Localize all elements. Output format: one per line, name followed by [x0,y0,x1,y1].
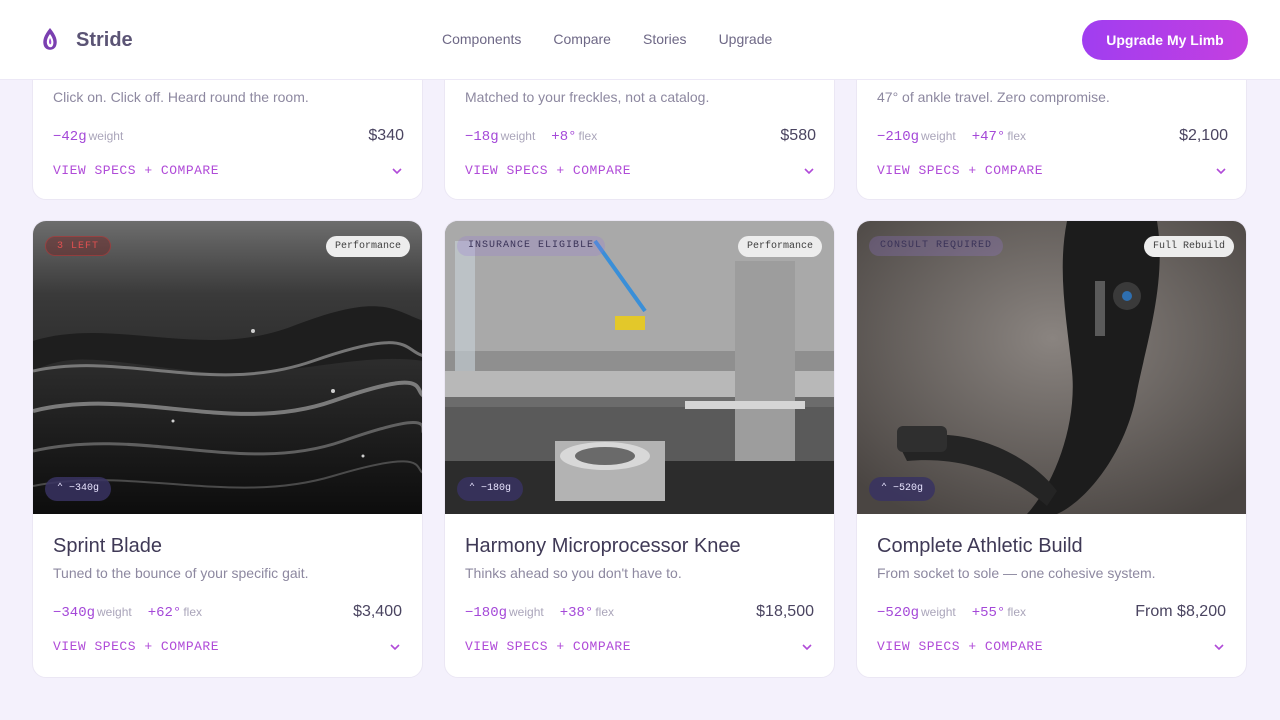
category-badge: Performance [737,236,822,257]
chevron-down-icon [390,643,400,650]
view-specs-label: VIEW SPECS + COMPARE [465,163,632,178]
prosthetic-leg-image [857,221,1246,514]
card-title: Harmony Microprocessor Knee [465,535,741,557]
product-card-harmony-knee[interactable]: INSURANCE ELIGIBLE Performance ⌃ −180g H… [444,220,835,678]
weight-value: −520g [877,605,920,621]
view-specs-label: VIEW SPECS + COMPARE [877,163,1044,178]
view-specs-toggle[interactable]: VIEW SPECS + COMPARE [465,639,814,654]
machinery-image [445,221,834,514]
product-card-athletic-build[interactable]: CONSULT REQUIRED Full Rebuild ⌃ −520g Co… [856,220,1247,678]
brand[interactable]: Stride [40,27,133,53]
flex-value: +47° [971,129,1006,145]
view-specs-toggle[interactable]: VIEW SPECS + COMPARE [53,163,404,178]
view-specs-label: VIEW SPECS + COMPARE [53,163,220,178]
view-specs-toggle[interactable]: VIEW SPECS + COMPARE [877,639,1226,654]
card-stats: −340g weight +62° flex $3,400 [53,603,402,621]
chevron-down-icon [392,167,402,174]
consult-badge: CONSULT REQUIRED [869,236,1004,256]
chevron-down-icon [804,167,814,174]
card-stats: −42g weight $340 [53,127,404,145]
category-badge: Performance [325,236,410,257]
weight-delta-badge: ⌃ −520g [869,477,936,501]
category-badge: Full Rebuild [1143,236,1234,257]
card-description: Click on. Click off. Heard round the roo… [53,89,309,105]
chevron-down-icon [1216,167,1226,174]
weight-delta-badge: ⌃ −340g [45,477,112,501]
site-header: Stride Components Compare Stories Upgrad… [0,0,1280,80]
card-price: $3,400 [353,603,402,620]
card-stats: −520g weight +55° flex From $8,200 [877,603,1226,621]
flex-value: +8° [551,129,577,145]
flex-unit: flex [1007,129,1026,143]
flex-value: +38° [559,605,594,621]
carbon-blade-image [33,221,422,514]
flex-unit: flex [578,129,598,143]
flex-value: +62° [147,605,182,621]
weight-value: −340g [53,605,96,621]
weight-unit: weight [500,129,536,143]
card-description: 47° of ankle travel. Zero compromise. [877,89,1110,105]
chevron-down-icon [802,643,812,650]
weight-unit: weight [921,605,956,619]
weight-unit: weight [88,129,124,143]
weight-value: −42g [53,129,87,145]
card-price: $2,100 [1179,127,1228,144]
upgrade-my-limb-button[interactable]: Upgrade My Limb [1082,20,1248,60]
flex-unit: flex [1007,605,1026,619]
insurance-badge: INSURANCE ELIGIBLE [457,236,606,256]
weight-value: −180g [465,605,508,621]
flex-unit: flex [595,605,614,619]
weight-unit: weight [921,129,956,143]
view-specs-label: VIEW SPECS + COMPARE [877,639,1044,654]
card-price: $580 [780,127,816,144]
weight-unit: weight [97,605,132,619]
card-description: From socket to sole — one cohesive syste… [877,565,1156,581]
product-image: 3 LEFT Performance ⌃ −340g [33,221,422,514]
flex-unit: flex [183,605,202,619]
view-specs-toggle[interactable]: VIEW SPECS + COMPARE [465,163,816,178]
view-specs-label: VIEW SPECS + COMPARE [53,639,220,654]
product-card-sprint-blade[interactable]: 3 LEFT Performance ⌃ −340g Sprint Blade … [32,220,423,678]
weight-unit: weight [509,605,544,619]
card-stats: −210g weight +47° flex $2,100 [877,127,1228,145]
view-specs-toggle[interactable]: VIEW SPECS + COMPARE [53,639,402,654]
view-specs-toggle[interactable]: VIEW SPECS + COMPARE [877,163,1228,178]
logo-icon [43,28,57,50]
brand-name: Stride [76,28,133,51]
nav-components[interactable]: Components [442,31,521,47]
chevron-down-icon [1214,643,1224,650]
flex-value: +55° [971,605,1006,621]
card-description: Thinks ahead so you don't have to. [465,565,682,581]
card-description: Tuned to the bounce of your specific gai… [53,565,309,581]
product-image: INSURANCE ELIGIBLE Performance ⌃ −180g [445,221,834,514]
nav-stories[interactable]: Stories [643,31,687,47]
main-nav: Components Compare Stories Upgrade [442,31,804,47]
product-image: CONSULT REQUIRED Full Rebuild ⌃ −520g [857,221,1246,514]
weight-delta-badge: ⌃ −180g [457,477,524,501]
card-stats: −18g weight +8° flex $580 [465,127,816,145]
card-price: From $8,200 [1135,603,1226,620]
card-stats: −180g weight +38° flex $18,500 [465,603,814,621]
view-specs-label: VIEW SPECS + COMPARE [465,639,632,654]
weight-value: −18g [465,129,499,145]
card-price: $18,500 [756,603,814,620]
weight-value: −210g [877,129,920,145]
card-title: Sprint Blade [53,535,162,557]
card-price: $340 [368,127,404,144]
stock-badge: 3 LEFT [45,236,112,256]
card-title: Complete Athletic Build [877,535,1083,557]
card-description: Matched to your freckles, not a catalog. [465,89,710,105]
nav-upgrade[interactable]: Upgrade [719,31,773,47]
nav-compare[interactable]: Compare [553,31,611,47]
